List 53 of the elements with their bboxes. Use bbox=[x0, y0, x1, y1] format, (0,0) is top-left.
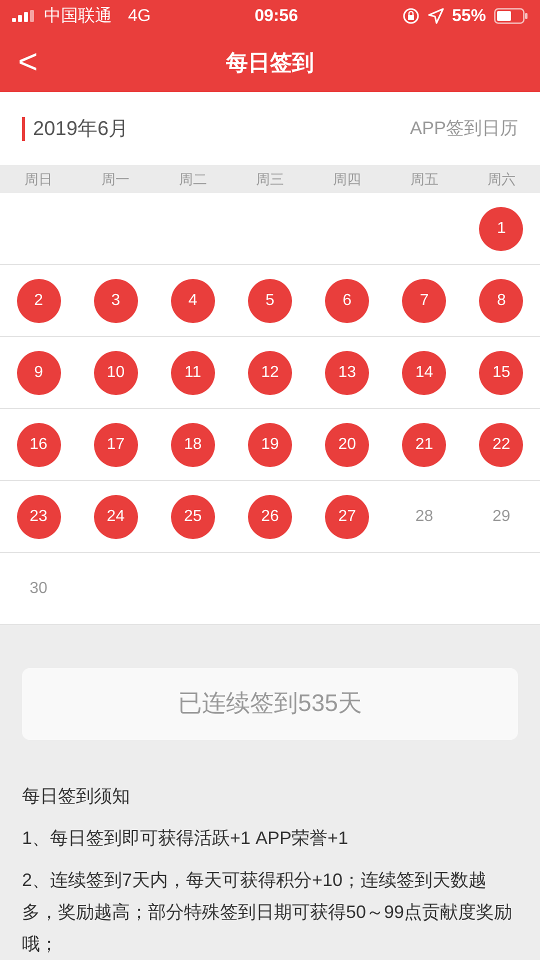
signed-day[interactable]: 12 bbox=[248, 350, 292, 394]
network-type: 4G bbox=[128, 5, 151, 28]
signed-day[interactable]: 23 bbox=[16, 494, 61, 538]
signed-day[interactable]: 16 bbox=[16, 422, 61, 466]
notes-paragraph: 2、连续签到7天内，每天可获得积分+10；连续签到天数越多，奖励越高；部分特殊签到日期可获得50～99点贡献度奖励哦； bbox=[22, 869, 514, 956]
notes-paragraph: 1、每日签到即可获得活跃+1 APP荣誉+1 bbox=[22, 827, 350, 850]
signed-day[interactable]: 8 bbox=[479, 278, 524, 322]
calendar-day[interactable]: 30 bbox=[16, 566, 61, 610]
signed-day[interactable]: 6 bbox=[325, 278, 370, 322]
weekday-label: 周六 bbox=[486, 170, 516, 188]
signed-day[interactable]: 15 bbox=[479, 350, 524, 394]
battery-percent: 55% bbox=[452, 5, 486, 28]
signed-day[interactable]: 18 bbox=[170, 422, 215, 466]
calendar-link[interactable]: APP签到日历 bbox=[410, 115, 518, 142]
signed-day[interactable]: 14 bbox=[402, 350, 446, 394]
signed-day[interactable]: 3 bbox=[94, 278, 138, 322]
signed-day[interactable]: 13 bbox=[325, 350, 370, 394]
calendar-day[interactable]: 29 bbox=[479, 494, 524, 538]
location-arrow-icon bbox=[428, 8, 444, 24]
weekday-label: 周二 bbox=[178, 170, 208, 188]
weekday-label: 周五 bbox=[409, 170, 440, 188]
signed-day[interactable]: 5 bbox=[248, 278, 292, 322]
signed-day[interactable]: 11 bbox=[170, 350, 215, 394]
weekday-label: 周三 bbox=[254, 170, 285, 188]
back-button[interactable]: < bbox=[14, 45, 42, 79]
signal-icon bbox=[12, 10, 36, 22]
notes-heading: 每日签到须知 bbox=[22, 785, 131, 808]
signed-day[interactable]: 7 bbox=[402, 278, 446, 322]
signed-day[interactable]: 2 bbox=[16, 278, 61, 322]
signed-day[interactable]: 21 bbox=[402, 422, 446, 466]
weekday-label: 周四 bbox=[332, 170, 362, 188]
signed-day[interactable]: 27 bbox=[325, 494, 370, 538]
carrier-name: 中国联通 bbox=[44, 5, 112, 28]
signed-day[interactable]: 19 bbox=[248, 422, 292, 466]
signed-day[interactable]: 24 bbox=[94, 494, 138, 538]
signed-day[interactable]: 17 bbox=[94, 422, 138, 466]
signed-day[interactable]: 20 bbox=[325, 422, 370, 466]
signed-day[interactable]: 22 bbox=[479, 422, 524, 466]
signed-day[interactable]: 4 bbox=[170, 278, 215, 322]
signed-day[interactable]: 10 bbox=[94, 350, 138, 394]
clock-time: 09:56 bbox=[254, 5, 298, 28]
weekday-label: 周日 bbox=[24, 170, 54, 188]
calendar-day[interactable]: 28 bbox=[402, 494, 446, 538]
weekday-label: 周一 bbox=[100, 170, 131, 188]
streak-button[interactable]: 已连续签到535天 bbox=[22, 668, 518, 740]
battery-icon bbox=[494, 8, 528, 24]
rotation-lock-icon bbox=[402, 7, 420, 25]
page-title: 每日签到 bbox=[226, 48, 314, 76]
signed-day[interactable]: 25 bbox=[170, 494, 215, 538]
signed-day[interactable]: 1 bbox=[479, 206, 524, 250]
signed-day[interactable]: 26 bbox=[248, 494, 292, 538]
signed-day[interactable]: 9 bbox=[16, 350, 61, 394]
month-label: 2019年6月 bbox=[22, 116, 129, 140]
